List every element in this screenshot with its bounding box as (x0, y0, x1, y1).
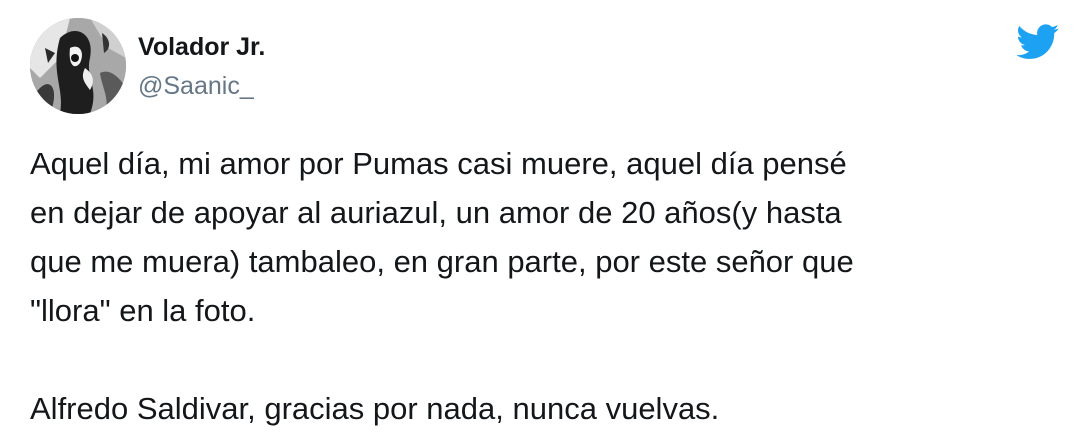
tweet-author[interactable]: Volador Jr. @Saanic_ (138, 32, 265, 101)
tweet-card: Volador Jr. @Saanic_ Aquel día, mi amor … (0, 0, 1090, 432)
display-name[interactable]: Volador Jr. (138, 32, 265, 62)
avatar[interactable] (30, 18, 126, 114)
user-handle[interactable]: @Saanic_ (138, 71, 265, 101)
twitter-bird-icon[interactable] (1016, 24, 1060, 60)
tweet-text: Aquel día, mi amor por Pumas casi muere,… (30, 146, 854, 426)
